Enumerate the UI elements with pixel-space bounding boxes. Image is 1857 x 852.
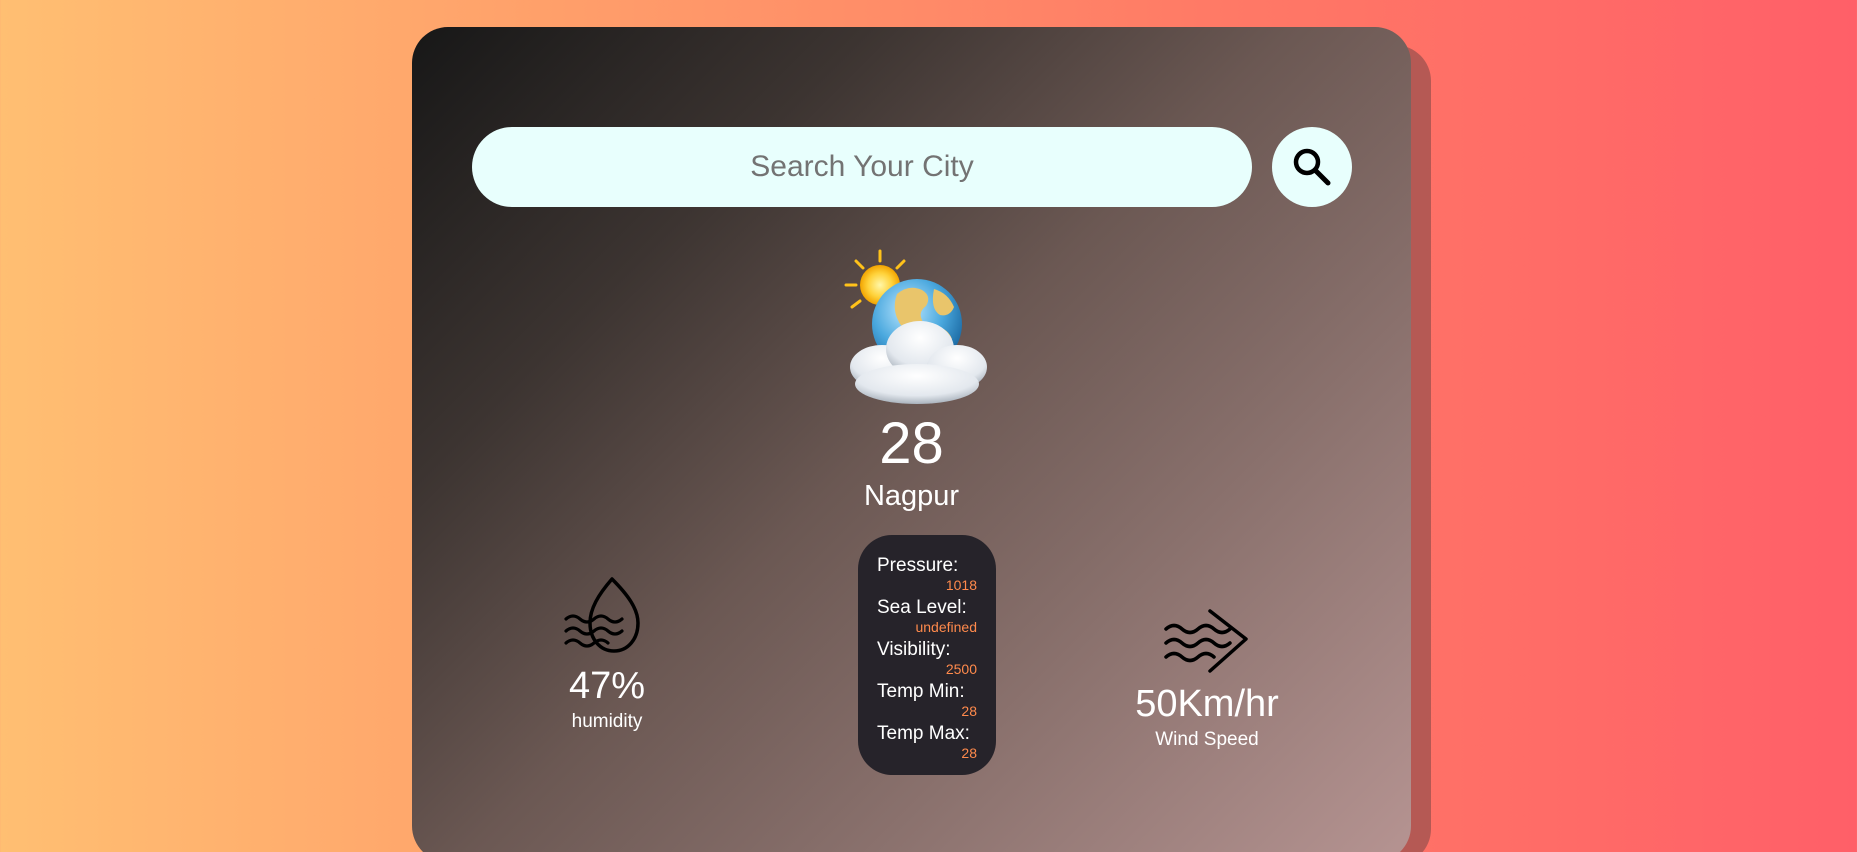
detail-sea-level: Sea Level: undefined xyxy=(877,597,977,635)
detail-label: Visibility: xyxy=(877,639,951,660)
detail-label: Pressure: xyxy=(877,555,959,576)
detail-visibility: Visibility: 2500 xyxy=(877,639,977,677)
search-input[interactable] xyxy=(472,127,1252,207)
detail-value: 28 xyxy=(961,745,977,761)
weather-card: 28 Nagpur 47% humidity Pressure: 1018 Se… xyxy=(412,27,1411,852)
sun-globe-clouds-icon xyxy=(844,249,987,404)
humidity-panel: 47% humidity xyxy=(552,575,662,733)
temperature: 28 xyxy=(879,411,944,476)
humidity-label: humidity xyxy=(571,711,643,732)
details-panel: Pressure: 1018 Sea Level: undefined Visi… xyxy=(858,535,996,775)
city-name: Nagpur xyxy=(863,480,960,512)
detail-label: Temp Min: xyxy=(877,681,965,702)
detail-value: 1018 xyxy=(945,577,977,593)
detail-value: 2500 xyxy=(945,661,977,677)
humidity-drop-icon xyxy=(564,577,640,653)
detail-pressure: Pressure: 1018 xyxy=(877,555,977,593)
wind-icon xyxy=(1164,609,1248,673)
detail-temp-min: Temp Min: 28 xyxy=(877,681,977,719)
search-button[interactable] xyxy=(1272,127,1352,207)
wind-speed-label: Wind Speed xyxy=(1155,729,1259,750)
detail-value: 28 xyxy=(961,703,977,719)
detail-temp-max: Temp Max: 28 xyxy=(877,723,977,761)
detail-value: undefined xyxy=(915,619,977,635)
wind-speed-value: 50Km/hr xyxy=(1135,683,1279,725)
wind-panel: 50Km/hr Wind Speed xyxy=(1112,607,1302,751)
humidity-value: 47% xyxy=(568,665,646,707)
search-icon xyxy=(1293,148,1331,186)
detail-label: Sea Level: xyxy=(877,597,967,618)
detail-label: Temp Max: xyxy=(877,723,970,744)
